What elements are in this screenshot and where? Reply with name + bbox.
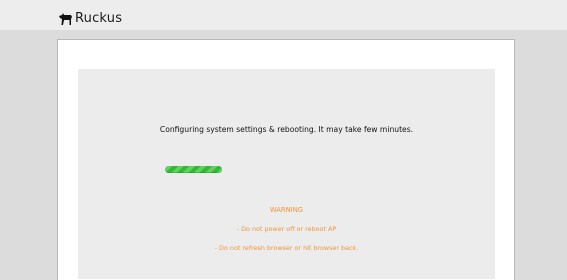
progress-bar [165,166,222,173]
ruckus-logo: Ruckus [57,10,122,27]
brand-name: Ruckus [75,11,123,26]
status-panel: Configuring system settings & rebooting.… [78,69,495,279]
dog-logo-icon [57,10,74,27]
status-message: Configuring system settings & rebooting.… [159,125,414,134]
content-card: Configuring system settings & rebooting.… [57,39,515,280]
warning-line: - Do not refresh browser or hit browser … [214,244,359,252]
top-bar: Ruckus [0,0,567,30]
warning-title: WARNING [269,206,304,214]
warning-line: - Do not power off or reboot AP [236,225,337,233]
